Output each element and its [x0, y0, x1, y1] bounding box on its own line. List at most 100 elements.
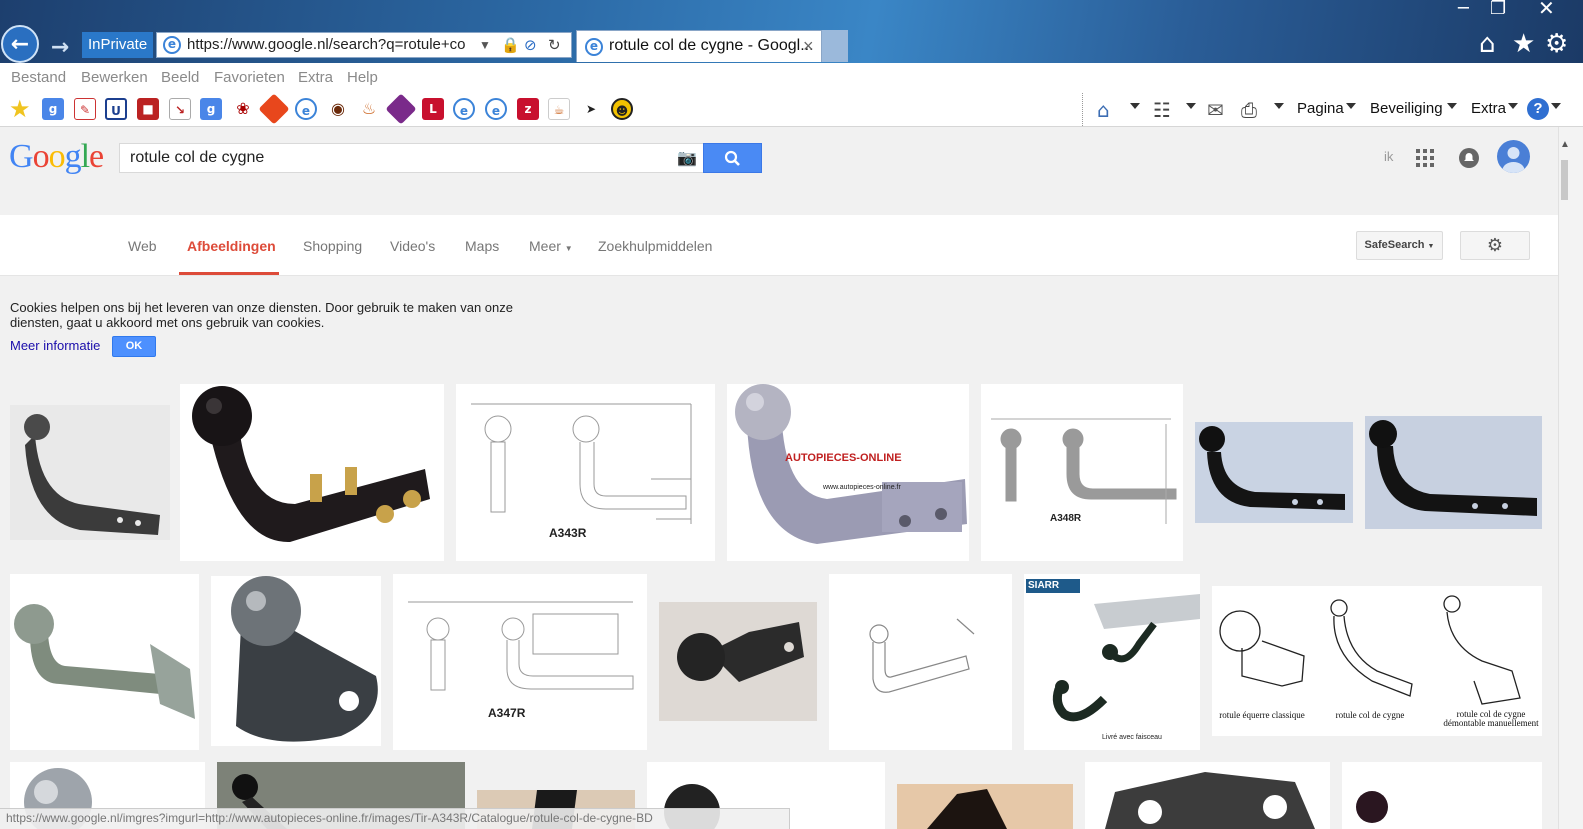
technical-drawing — [991, 418, 1177, 524]
cmd-print-caret-icon[interactable] — [1274, 103, 1284, 109]
fav-google-icon[interactable]: g — [42, 98, 64, 120]
back-button[interactable]: ← — [1, 25, 39, 63]
notifications-icon[interactable] — [1459, 148, 1479, 168]
cmd-extra-caret-icon[interactable] — [1508, 103, 1518, 109]
tab-shopping[interactable]: Shopping — [303, 238, 362, 254]
fav-google2-icon[interactable]: g — [200, 98, 222, 120]
fav-red-icon[interactable]: ■ — [137, 98, 159, 120]
image-result[interactable] — [1195, 422, 1353, 523]
fav-l-icon[interactable]: L — [422, 98, 444, 120]
image-result[interactable]: SIARR Livré avec faisceau — [1024, 574, 1200, 750]
lock-icon[interactable]: 🔒 — [501, 33, 520, 57]
fav-bug-icon[interactable]: ❀ — [232, 98, 254, 120]
star-icon[interactable]: ★ — [1512, 29, 1535, 59]
menu-extra[interactable]: Extra — [298, 69, 333, 86]
fav-bottle-icon[interactable]: ♨ — [358, 98, 380, 120]
image-result[interactable] — [10, 405, 170, 540]
fav-z-icon[interactable]: z — [517, 98, 539, 120]
cookie-ok-button[interactable]: OK — [112, 336, 156, 357]
tab-zoekhulpmiddelen[interactable]: Zoekhulpmiddelen — [598, 238, 712, 254]
close-icon[interactable]: ✕ — [1538, 0, 1555, 20]
menu-favorieten[interactable]: Favorieten — [214, 69, 285, 86]
autopieces-url: www.autopieces-online.fr — [823, 484, 901, 491]
fav-face-icon[interactable]: ☻ — [611, 98, 633, 120]
account-label[interactable]: ik — [1384, 149, 1393, 164]
fav-shield-icon[interactable]: ◉ — [327, 98, 349, 120]
tab-web[interactable]: Web — [128, 238, 157, 254]
image-result[interactable] — [1342, 762, 1542, 829]
maximize-icon[interactable]: ❐ — [1490, 0, 1506, 19]
image-result[interactable] — [10, 574, 199, 750]
apps-grid-icon[interactable] — [1416, 149, 1434, 167]
tab-maps[interactable]: Maps — [465, 238, 499, 254]
menu-beeld[interactable]: Beeld — [161, 69, 199, 86]
search-input[interactable]: rotule col de cygne 📷 — [119, 143, 703, 173]
search-button[interactable] — [703, 143, 762, 173]
image-result[interactable] — [897, 784, 1073, 829]
image-result[interactable]: A348R — [981, 384, 1183, 561]
image-result[interactable]: A347R — [393, 574, 647, 750]
fav-u-icon[interactable]: U — [105, 98, 127, 120]
cmd-home-caret-icon[interactable] — [1130, 103, 1140, 109]
avatar[interactable] — [1497, 140, 1530, 173]
image-result[interactable] — [211, 576, 381, 746]
tab-active[interactable]: e rotule col de cygne - Googl... × — [576, 30, 822, 62]
image-result[interactable]: A343R — [456, 384, 715, 561]
cmd-home-icon[interactable]: ⌂ — [1097, 98, 1110, 122]
settings-button[interactable]: ⚙ — [1460, 231, 1530, 260]
camera-icon[interactable]: 📷 — [677, 144, 697, 172]
cmd-pagina-caret-icon[interactable] — [1346, 103, 1356, 109]
cmd-beveiliging-caret-icon[interactable] — [1447, 103, 1457, 109]
cmd-extra[interactable]: Extra — [1471, 100, 1506, 117]
fav-ie-icon[interactable]: e — [295, 98, 317, 120]
tab-afbeeldingen[interactable]: Afbeeldingen — [187, 238, 276, 254]
fav-cup-icon[interactable]: ☕ — [548, 98, 570, 120]
menu-bewerken[interactable]: Bewerken — [81, 69, 148, 86]
tab-videos[interactable]: Video's — [390, 238, 435, 254]
fav-line-icon[interactable]: ➤ — [580, 98, 602, 120]
image-result[interactable] — [1365, 416, 1542, 529]
cmd-help-caret-icon[interactable] — [1551, 103, 1561, 109]
fav-diamond-icon[interactable] — [258, 93, 290, 125]
cmd-rss-caret-icon[interactable] — [1186, 103, 1196, 109]
menu-bestand[interactable]: Bestand — [11, 69, 66, 86]
fav-site-icon[interactable]: ✎ — [74, 98, 96, 120]
settings-gear-icon: ⚙ — [1486, 235, 1504, 256]
fav-ie2-icon[interactable]: e — [453, 98, 475, 120]
cmd-beveiliging[interactable]: Beveiliging — [1370, 100, 1443, 117]
scroll-up-icon[interactable]: ▲ — [1560, 139, 1570, 150]
google-logo[interactable]: Google — [9, 138, 104, 176]
image-result[interactable] — [1085, 762, 1330, 829]
cmd-mail-icon[interactable]: ✉ — [1207, 98, 1224, 122]
image-result[interactable]: rotule équerre classique rotule col de c… — [1212, 586, 1542, 736]
cookie-more-link[interactable]: Meer informatie — [10, 338, 100, 353]
minimize-icon[interactable]: ─ — [1458, 0, 1469, 19]
tracking-protection-icon[interactable]: ⊘ — [524, 33, 537, 57]
gear-icon[interactable]: ⚙ — [1545, 29, 1568, 59]
address-bar[interactable]: e https://www.google.nl/search?q=rotule+… — [156, 32, 572, 58]
safesearch-button[interactable]: SafeSearch ▼ — [1356, 231, 1443, 260]
refresh-icon[interactable]: ↻ — [548, 33, 561, 57]
image-result[interactable]: AUTOPIECES-ONLINE www.autopieces-online.… — [727, 384, 969, 561]
image-result[interactable] — [180, 384, 444, 561]
fav-tool-icon[interactable]: ↘ — [169, 98, 191, 120]
address-dropdown-icon[interactable]: ▼ — [479, 33, 491, 57]
image-result[interactable] — [829, 574, 1012, 750]
favorites-star-icon[interactable]: ★ — [9, 95, 31, 123]
scrollbar-thumb[interactable] — [1561, 160, 1568, 200]
address-url[interactable]: https://www.google.nl/search?q=rotule+co — [187, 33, 477, 57]
menu-help[interactable]: Help — [347, 69, 378, 86]
cmd-pagina[interactable]: Pagina — [1297, 100, 1344, 117]
forward-button[interactable]: → — [45, 28, 75, 66]
page-scrollbar[interactable] — [1558, 127, 1583, 829]
cmd-print-icon[interactable]: ⎙ — [1241, 98, 1257, 122]
image-result[interactable] — [659, 602, 817, 721]
fav-radio-icon[interactable] — [385, 93, 417, 125]
fav-ie3-icon[interactable]: e — [485, 98, 507, 120]
new-tab-button[interactable] — [822, 30, 848, 62]
cmd-rss-icon[interactable]: ☷ — [1153, 98, 1171, 122]
cmd-help-icon[interactable]: ? — [1527, 98, 1549, 120]
tab-meer[interactable]: Meer ▼ — [529, 238, 573, 254]
home-icon[interactable]: ⌂ — [1479, 29, 1496, 59]
tab-close-icon[interactable]: × — [803, 31, 814, 61]
